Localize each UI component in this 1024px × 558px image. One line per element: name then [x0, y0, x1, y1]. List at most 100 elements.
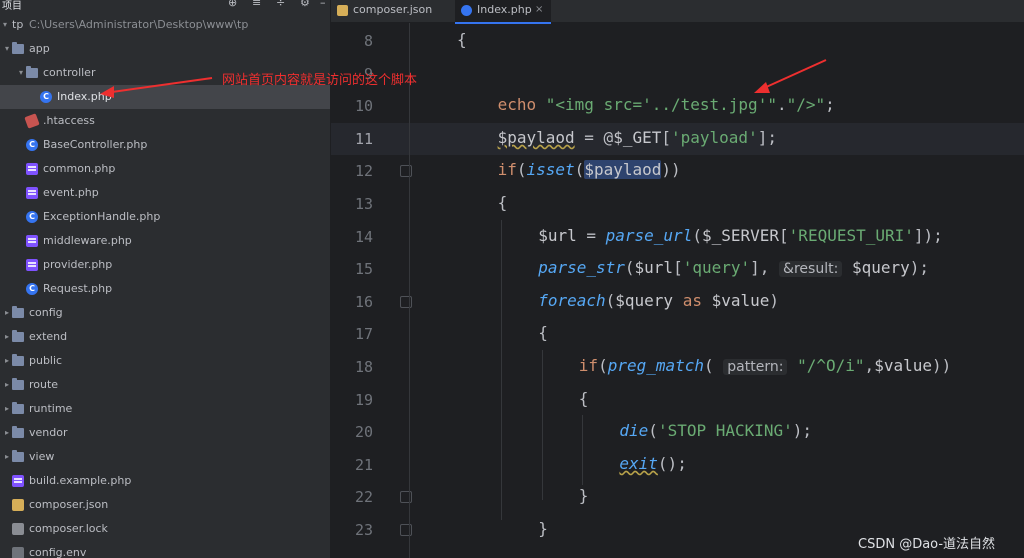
code-text[interactable]: $paylaod = @$_GET['payload'];: [498, 128, 777, 147]
collapse-all-icon[interactable]: ≡: [252, 0, 261, 9]
tab-composer-json[interactable]: composer.json: [337, 0, 441, 22]
chevron-down-icon[interactable]: ▾: [16, 61, 26, 85]
code-line[interactable]: 20 die('STOP HACKING');: [331, 416, 1024, 449]
tree-item[interactable]: ▸ config: [0, 301, 330, 325]
chevron-right-icon[interactable]: ▸: [2, 397, 12, 421]
code-token: {: [538, 323, 548, 343]
code-line[interactable]: 19 {: [331, 384, 1024, 417]
code-token: (: [648, 421, 658, 441]
code-text[interactable]: {: [498, 193, 508, 212]
tree-item[interactable]: Index.php: [0, 85, 330, 109]
code-token: ;: [825, 95, 835, 115]
code-text[interactable]: exit();: [619, 454, 686, 473]
php-file-icon: [26, 187, 38, 199]
code-line[interactable]: 8{: [331, 25, 1024, 58]
code-text[interactable]: {: [538, 323, 548, 342]
close-icon[interactable]: ×: [535, 0, 543, 20]
line-number: 12: [354, 162, 373, 181]
chevron-right-icon[interactable]: ▸: [2, 325, 12, 349]
tab-index-php[interactable]: Index.php ×: [455, 0, 551, 24]
code-text[interactable]: die('STOP HACKING');: [619, 421, 812, 440]
tree-item[interactable]: composer.json: [0, 493, 330, 517]
tree-item-label: composer.json: [29, 498, 109, 511]
chevron-right-icon[interactable]: ▸: [2, 421, 12, 445]
code-line[interactable]: 14 $url = parse_url($_SERVER['REQUEST_URI…: [331, 221, 1024, 254]
project-root[interactable]: ▾ tp C:\Users\Administrator\Desktop\www\…: [0, 13, 330, 37]
folder-icon: [12, 378, 24, 390]
code-token: ();: [657, 453, 687, 473]
code-text[interactable]: foreach($query as $value): [538, 291, 779, 310]
chevron-down-icon[interactable]: ▾: [0, 13, 10, 37]
tree-item[interactable]: BaseController.php: [0, 133, 330, 157]
tree-item-label: app: [29, 42, 50, 55]
code-token: foreach: [538, 290, 606, 310]
folder-icon: [26, 66, 38, 78]
code-line[interactable]: 18 if(preg_match( pattern: "/^O/i",$value…: [331, 351, 1024, 384]
code-text[interactable]: }: [538, 519, 548, 538]
code-text[interactable]: if(preg_match( pattern: "/^O/i",$value)): [579, 356, 951, 375]
fold-marker-icon[interactable]: [400, 491, 412, 504]
code-line[interactable]: 17 {: [331, 318, 1024, 351]
tree-item[interactable]: ▸ route: [0, 373, 330, 397]
chevron-right-icon[interactable]: ▸: [2, 445, 12, 469]
tree-item[interactable]: composer.lock: [0, 517, 330, 541]
tree-item[interactable]: Request.php: [0, 277, 330, 301]
code-token: "<img src='../test.jpg'": [545, 95, 777, 115]
expand-icon[interactable]: ÷: [276, 0, 285, 9]
code-text[interactable]: }: [579, 486, 589, 505]
folder-icon: [12, 450, 24, 462]
tree-item[interactable]: ▸ vendor: [0, 421, 330, 445]
chevron-right-icon[interactable]: ▸: [2, 373, 12, 397]
code-text[interactable]: echo "<img src='../test.jpg'"."/>";: [498, 95, 835, 114]
tab-label: composer.json: [353, 3, 433, 16]
code-line[interactable]: 11 $paylaod = @$_GET['payload'];: [331, 122, 1024, 156]
code-token: 'query': [682, 258, 751, 278]
tree-item[interactable]: ▸ runtime: [0, 397, 330, 421]
json-file-icon: [337, 5, 348, 16]
hide-icon[interactable]: –: [320, 0, 326, 9]
code-line[interactable]: 13 {: [331, 188, 1024, 221]
fold-marker-icon[interactable]: [400, 295, 412, 308]
code-text[interactable]: parse_str($url['query'], &result: $query…: [538, 258, 929, 278]
gear-icon[interactable]: ⚙: [300, 0, 310, 9]
tree-item-label: runtime: [29, 402, 73, 415]
code-text[interactable]: $url = parse_url($_SERVER['REQUEST_URI']…: [538, 226, 943, 245]
tree-item[interactable]: ▸ view: [0, 445, 330, 469]
code-text[interactable]: {: [457, 30, 467, 49]
tree-item[interactable]: ▸ extend: [0, 325, 330, 349]
locate-icon[interactable]: ⊕: [228, 0, 237, 9]
chevron-down-icon[interactable]: ▾: [2, 37, 12, 61]
editor-tab-bar: composer.json Index.php ×: [331, 0, 1024, 24]
tree-item[interactable]: ExceptionHandle.php: [0, 205, 330, 229]
code-text[interactable]: {: [579, 389, 589, 408]
tree-item[interactable]: config.env: [0, 541, 330, 558]
tree-item-label: view: [29, 450, 55, 463]
project-panel-title[interactable]: 项目: [2, 0, 22, 12]
fold-marker-icon[interactable]: [400, 165, 412, 178]
code-line[interactable]: 16 foreach($query as $value): [331, 286, 1024, 319]
tree-item-label: BaseController.php: [43, 138, 148, 151]
code-line[interactable]: 10 echo "<img src='../test.jpg'"."/>";: [331, 90, 1024, 123]
chevron-right-icon[interactable]: ▸: [2, 349, 12, 373]
tree-item[interactable]: ▸ public: [0, 349, 330, 373]
code-line[interactable]: 21 exit();: [331, 449, 1024, 482]
code-line[interactable]: 9: [331, 58, 1024, 91]
code-token: $url: [634, 258, 674, 278]
line-number: 23: [354, 521, 373, 539]
code-line[interactable]: 22}: [331, 481, 1024, 514]
fold-marker-icon[interactable]: [400, 524, 412, 536]
tree-item[interactable]: provider.php: [0, 253, 330, 277]
folder-icon: [12, 402, 24, 414]
tree-item[interactable]: ▾ app: [0, 37, 330, 61]
chevron-right-icon[interactable]: ▸: [2, 301, 12, 325]
code-text[interactable]: if(isset($paylaod)): [498, 160, 681, 180]
tree-item[interactable]: .htaccess: [0, 109, 330, 133]
tree-item[interactable]: build.example.php: [0, 469, 330, 493]
tree-item[interactable]: middleware.php: [0, 229, 330, 253]
tree-item[interactable]: common.php: [0, 157, 330, 181]
code-line[interactable]: 15 parse_str($url['query'], &result: $que…: [331, 253, 1024, 286]
code-line[interactable]: 12 if(isset($paylaod)): [331, 155, 1024, 188]
tree-item[interactable]: event.php: [0, 181, 330, 205]
